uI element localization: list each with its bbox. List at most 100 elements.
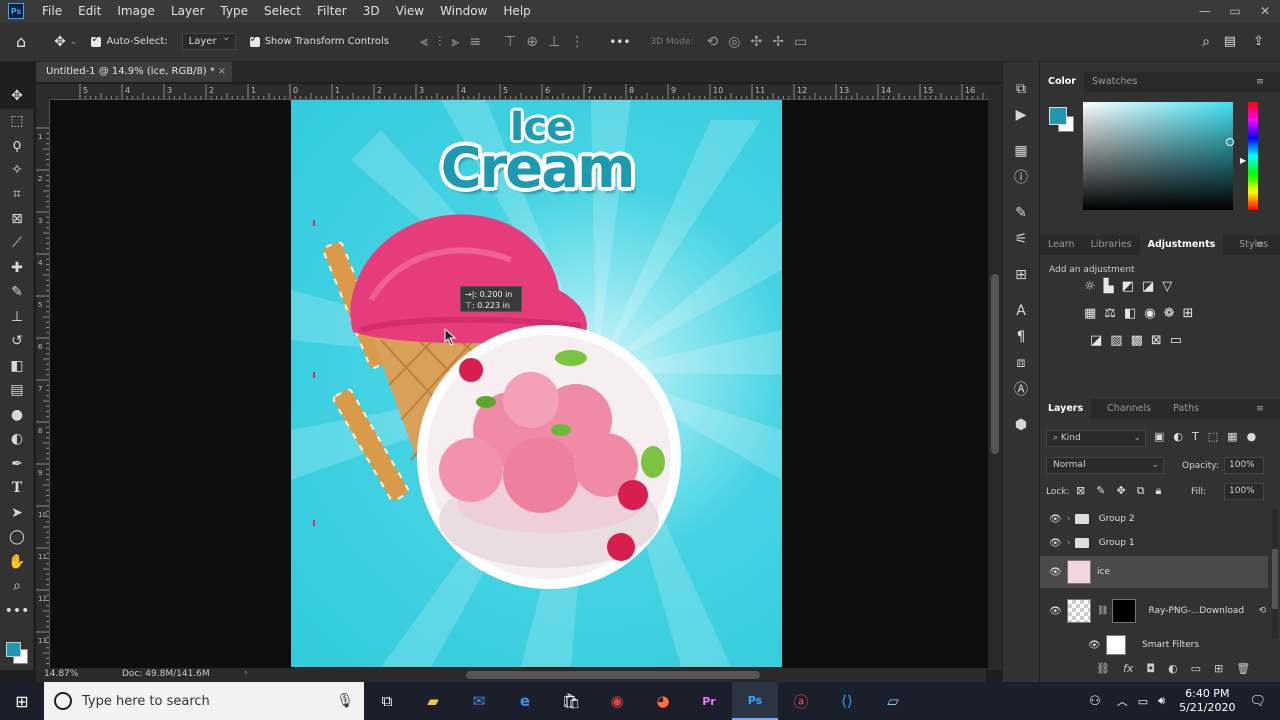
- edge-icon[interactable]: e: [502, 682, 548, 720]
- layer-group-2[interactable]: 👁︎ › Group 2: [1040, 507, 1268, 531]
- hue-saturation-icon[interactable]: ▦: [1084, 306, 1096, 321]
- menu-image[interactable]: Image: [109, 0, 163, 22]
- task-view-icon[interactable]: ⧉: [364, 682, 410, 720]
- filter-smart-icon[interactable]: ▦: [1227, 430, 1237, 443]
- vertical-scrollbar[interactable]: [988, 84, 1002, 670]
- menu-help[interactable]: Help: [495, 0, 538, 22]
- ellipse-tool-icon[interactable]: ◯: [0, 525, 34, 550]
- photo-filter-icon[interactable]: ◉: [1144, 306, 1155, 321]
- layer-ray-png[interactable]: 👁︎ ⛓ Ray-PNG-...Download ⟲: [1040, 595, 1268, 627]
- align-center-icon[interactable]: ⫶: [438, 34, 442, 50]
- volume-icon[interactable]: 🔊︎: [1158, 694, 1165, 708]
- history-brush-tool-icon[interactable]: ↺: [0, 329, 34, 354]
- move-tool-preset-icon[interactable]: ✥ ⌄: [54, 34, 77, 50]
- character-panel-icon[interactable]: A: [1003, 298, 1039, 324]
- marquee-tool-icon[interactable]: ⬚: [0, 109, 34, 134]
- clock[interactable]: 6:40 PM 5/21/2020: [1179, 687, 1235, 715]
- new-layer-icon[interactable]: ⊞: [1214, 662, 1223, 675]
- tab-color[interactable]: Color: [1040, 72, 1084, 92]
- link-layers-icon[interactable]: ⛓: [1096, 662, 1110, 675]
- network-icon[interactable]: ▭: [1138, 695, 1148, 708]
- align-middle-icon[interactable]: ⊕: [526, 34, 538, 50]
- crop-tool-icon[interactable]: ⌗: [0, 182, 34, 207]
- smart-filters-row[interactable]: 👁︎ Smart Filters: [1040, 631, 1268, 659]
- info-panel-icon[interactable]: ⓘ: [1003, 164, 1039, 190]
- horizontal-ruler[interactable]: 5 4 3 2 1 0 1 2 3 4 5 6 7 8 9 10 11 12 13 14 15 16: [50, 84, 988, 100]
- 3d-roll-icon[interactable]: ◎: [728, 34, 740, 50]
- menu-type[interactable]: Type: [212, 0, 256, 22]
- notifications-icon[interactable]: 🗨︎: [1249, 694, 1266, 709]
- tab-paths[interactable]: Paths: [1165, 399, 1207, 419]
- home-icon[interactable]: ⌂: [16, 32, 26, 51]
- 3d-pan-icon[interactable]: ✣: [750, 34, 762, 50]
- black-white-icon[interactable]: ◧: [1124, 306, 1136, 321]
- zoom-level[interactable]: 14.87%: [44, 669, 78, 679]
- brush-panel-icon[interactable]: ✎: [1003, 200, 1039, 226]
- eraser-tool-icon[interactable]: ◧: [0, 354, 34, 379]
- menu-select[interactable]: Select: [256, 0, 309, 22]
- distribute-icon[interactable]: ≡: [469, 34, 481, 50]
- mail-icon[interactable]: ✉: [456, 682, 502, 720]
- layer-group-1[interactable]: 👁︎ › Group 1: [1040, 531, 1268, 555]
- new-group-icon[interactable]: ▭: [1191, 662, 1201, 675]
- brightness-contrast-icon[interactable]: ☼: [1084, 279, 1096, 294]
- curves-icon[interactable]: ◩: [1122, 279, 1134, 294]
- menu-view[interactable]: View: [388, 0, 432, 22]
- healing-brush-tool-icon[interactable]: ✚: [0, 256, 34, 281]
- type-tool-icon[interactable]: T: [0, 476, 34, 501]
- taskbar-search[interactable]: Type here to search 🎙︎: [44, 682, 364, 720]
- blur-tool-icon[interactable]: ●: [0, 403, 34, 428]
- app-red-icon[interactable]: ⓐ: [778, 682, 824, 720]
- lock-transparent-icon[interactable]: ⊠: [1076, 484, 1085, 498]
- close-tab-icon[interactable]: ×: [218, 62, 226, 82]
- tab-swatches[interactable]: Swatches: [1084, 72, 1145, 92]
- invert-icon[interactable]: ◪: [1090, 333, 1102, 348]
- visibility-eye-icon[interactable]: 👁︎: [1088, 640, 1101, 651]
- threshold-icon[interactable]: ▩: [1131, 333, 1143, 348]
- link-icon[interactable]: ⛓: [1097, 606, 1108, 616]
- add-mask-icon[interactable]: ◘: [1146, 662, 1155, 675]
- 3d-camera-icon[interactable]: ▭: [794, 34, 807, 50]
- brush-tool-icon[interactable]: ✎: [0, 280, 34, 305]
- align-left-icon[interactable]: ⫷: [420, 34, 428, 50]
- microphone-icon[interactable]: 🎙︎: [336, 693, 354, 709]
- path-selection-tool-icon[interactable]: ➤: [0, 501, 34, 526]
- tab-learn[interactable]: Learn: [1040, 235, 1083, 255]
- filter-shape-icon[interactable]: ⬚: [1208, 430, 1218, 443]
- opacity-input[interactable]: 100%: [1224, 457, 1264, 474]
- horizontal-scrollbar[interactable]: [260, 668, 986, 682]
- posterize-icon[interactable]: ▨: [1110, 333, 1122, 348]
- paragraph-panel-icon[interactable]: ¶: [1003, 324, 1039, 350]
- vibrance-icon[interactable]: ▽: [1162, 279, 1172, 294]
- visibility-eye-icon[interactable]: 👁︎: [1049, 606, 1062, 617]
- hue-slider[interactable]: [1248, 102, 1258, 210]
- file-explorer-icon[interactable]: ▰: [410, 682, 456, 720]
- clone-stamp-tool-icon[interactable]: ⊥: [0, 305, 34, 330]
- fg-color-chip[interactable]: [1049, 107, 1067, 125]
- layers-scrollbar[interactable]: [1272, 509, 1278, 639]
- lock-position-icon[interactable]: ✥: [1116, 484, 1125, 498]
- more-options-button[interactable]: •••: [609, 35, 630, 49]
- new-adjustment-icon[interactable]: ◐: [1168, 662, 1178, 675]
- delete-layer-icon[interactable]: 🗑︎: [1236, 662, 1250, 675]
- add-style-icon[interactable]: fx: [1123, 662, 1133, 675]
- canvas-area[interactable]: Ice Cream →|: 0.200 in ⊤: 0.223 in: [50, 100, 988, 668]
- 3d-slide-icon[interactable]: ✢: [772, 34, 784, 50]
- pen-tool-icon[interactable]: ✒: [0, 452, 34, 477]
- share-icon[interactable]: ⇪: [1253, 34, 1264, 49]
- firefox-icon[interactable]: ◕: [640, 682, 686, 720]
- filter-type-icon[interactable]: T: [1192, 430, 1199, 443]
- menu-window[interactable]: Window: [432, 0, 495, 22]
- store-icon[interactable]: 🛍︎: [548, 682, 594, 720]
- status-expand-icon[interactable]: ›: [244, 668, 248, 678]
- color-swatches[interactable]: [4, 640, 30, 666]
- levels-icon[interactable]: ▙: [1104, 279, 1114, 294]
- restore-button[interactable]: ▭: [1220, 0, 1250, 22]
- lock-pixels-icon[interactable]: ✎: [1096, 484, 1105, 498]
- tab-layers[interactable]: Layers: [1040, 399, 1092, 419]
- zoom-tool-icon[interactable]: ⌕: [0, 574, 34, 599]
- auto-select-checkbox[interactable]: Auto-Select:: [91, 34, 168, 47]
- lock-all-icon[interactable]: 🔒︎: [1156, 484, 1162, 498]
- history-panel-icon[interactable]: ⧉: [1003, 76, 1039, 102]
- fill-input[interactable]: 100%: [1224, 483, 1264, 500]
